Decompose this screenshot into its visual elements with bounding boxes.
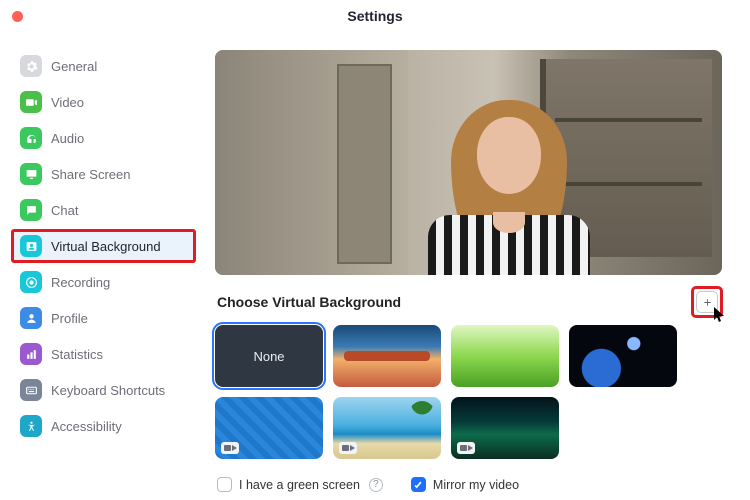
accessibility-icon — [20, 415, 42, 437]
sidebar-item-label: Profile — [51, 311, 88, 326]
close-window-icon[interactable] — [12, 11, 23, 22]
video-badge-icon — [339, 442, 357, 454]
background-option-video-beach[interactable] — [333, 397, 441, 459]
chat-icon — [20, 199, 42, 221]
video-preview — [215, 50, 722, 275]
sidebar-item-label: Virtual Background — [51, 239, 161, 254]
person-card-icon — [20, 235, 42, 257]
stats-icon — [20, 343, 42, 365]
background-option-earth[interactable] — [569, 325, 677, 387]
video-badge-icon — [221, 442, 239, 454]
sidebar-item-label: Recording — [51, 275, 110, 290]
video-icon — [20, 91, 42, 113]
background-option-none[interactable]: None — [215, 325, 323, 387]
sidebar-item-label: Chat — [51, 203, 78, 218]
checkbox-mirror-video[interactable]: Mirror my video — [411, 477, 519, 492]
background-option-grass[interactable] — [451, 325, 559, 387]
window-title: Settings — [0, 8, 750, 24]
titlebar: Settings — [0, 0, 750, 32]
background-thumbnails: None — [215, 325, 722, 459]
sidebar-item-audio[interactable]: Audio — [12, 122, 195, 154]
annotation-highlight-add — [694, 289, 720, 315]
sidebar-item-statistics[interactable]: Statistics — [12, 338, 195, 370]
background-option-bridge[interactable] — [333, 325, 441, 387]
sidebar-item-profile[interactable]: Profile — [12, 302, 195, 334]
checkbox-icon — [411, 477, 426, 492]
sidebar-item-label: Accessibility — [51, 419, 122, 434]
sidebar-item-label: Video — [51, 95, 84, 110]
keyboard-icon — [20, 379, 42, 401]
checkbox-label: I have a green screen — [239, 478, 360, 492]
sidebar-item-label: General — [51, 59, 97, 74]
section-title: Choose Virtual Background — [217, 294, 401, 310]
profile-icon — [20, 307, 42, 329]
record-icon — [20, 271, 42, 293]
sidebar-item-keyboard-shortcuts[interactable]: Keyboard Shortcuts — [12, 374, 195, 406]
thumb-label: None — [253, 349, 284, 364]
settings-sidebar: General Video Audio Share Screen — [0, 32, 205, 500]
checkbox-icon — [217, 477, 232, 492]
sidebar-item-accessibility[interactable]: Accessibility — [12, 410, 195, 442]
help-icon[interactable]: ? — [369, 478, 383, 492]
sidebar-item-label: Audio — [51, 131, 84, 146]
sidebar-item-recording[interactable]: Recording — [12, 266, 195, 298]
sidebar-item-label: Share Screen — [51, 167, 131, 182]
headphones-icon — [20, 127, 42, 149]
checkbox-green-screen[interactable]: I have a green screen ? — [217, 477, 383, 492]
background-option-video-water[interactable] — [215, 397, 323, 459]
gear-icon — [20, 55, 42, 77]
add-background-button[interactable] — [696, 291, 718, 313]
sidebar-item-label: Statistics — [51, 347, 103, 362]
sidebar-item-virtual-background[interactable]: Virtual Background — [12, 230, 195, 262]
share-screen-icon — [20, 163, 42, 185]
sidebar-item-share-screen[interactable]: Share Screen — [12, 158, 195, 190]
checkbox-label: Mirror my video — [433, 478, 519, 492]
background-option-video-aurora[interactable] — [451, 397, 559, 459]
sidebar-item-label: Keyboard Shortcuts — [51, 383, 165, 398]
annotation-highlight-sidebar: Virtual Background — [12, 230, 195, 262]
sidebar-item-chat[interactable]: Chat — [12, 194, 195, 226]
video-badge-icon — [457, 442, 475, 454]
sidebar-item-video[interactable]: Video — [12, 86, 195, 118]
sidebar-item-general[interactable]: General — [12, 50, 195, 82]
